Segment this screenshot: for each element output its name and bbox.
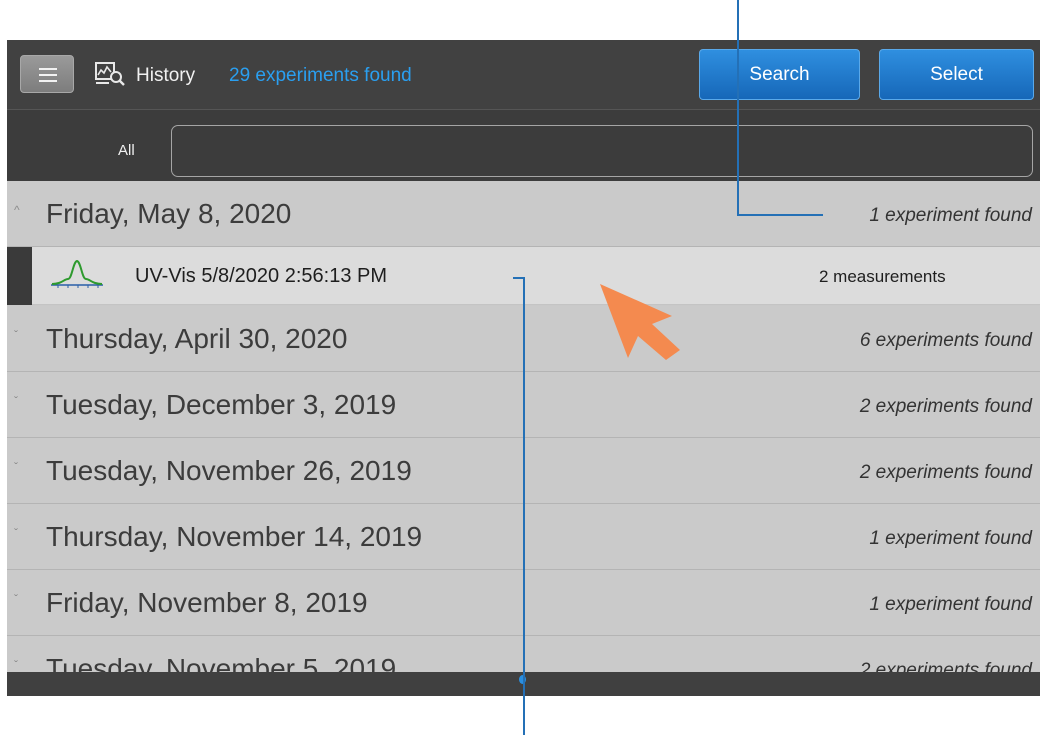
callout-line <box>523 277 525 735</box>
chevron-down-icon: ˇ <box>14 394 18 408</box>
group-date: Thursday, November 14, 2019 <box>46 521 423 552</box>
experiment-count: 29 experiments found <box>229 65 412 86</box>
uv-vis-spectrum-icon <box>51 259 103 288</box>
group-date: Tuesday, December 3, 2019 <box>46 389 397 420</box>
group-date: Friday, November 8, 2019 <box>46 587 368 618</box>
chevron-down-icon: ˇ <box>14 592 18 606</box>
chevron-down-icon: ˇ <box>14 658 18 672</box>
group-count: 2 experiments found <box>859 462 1032 483</box>
group-date: Tuesday, November 26, 2019 <box>46 455 412 486</box>
group-count: 1 experiment found <box>869 528 1032 549</box>
group-date: Friday, May 8, 2020 <box>46 198 292 229</box>
chevron-down-icon: ˇ <box>14 460 18 474</box>
menu-button[interactable] <box>20 55 74 93</box>
page-title: History <box>136 65 196 86</box>
group-count: 2 experiments found <box>859 396 1032 417</box>
group-count: 2 experiments found <box>859 660 1032 672</box>
group-count: 6 experiments found <box>859 330 1032 351</box>
search-filter-input[interactable] <box>171 125 1033 177</box>
group-date: Tuesday, November 5, 2019 <box>46 653 397 672</box>
chevron-down-icon: ˇ <box>14 328 18 342</box>
select-button[interactable]: Select <box>879 49 1034 100</box>
filter-label: All <box>118 142 135 159</box>
measurement-count: 2 measurements <box>819 267 946 286</box>
history-search-icon <box>95 62 125 86</box>
chevron-up-icon: ^ <box>14 203 20 217</box>
group-count: 1 experiment found <box>869 594 1032 615</box>
hamburger-icon <box>39 68 57 70</box>
pointer-arrow-icon <box>600 284 680 360</box>
group-date: Thursday, April 30, 2020 <box>46 323 348 354</box>
chevron-down-icon: ˇ <box>14 526 18 540</box>
experiment-name: UV-Vis 5/8/2020 2:56:13 PM <box>135 265 388 287</box>
date-group-header[interactable]: ^ Friday, May 8, 2020 1 experiment found <box>7 181 1040 247</box>
filter-bar: All <box>7 109 1040 181</box>
group-count: 1 experiment found <box>869 205 1032 226</box>
callout-line <box>737 214 823 216</box>
callout-line <box>737 0 739 216</box>
search-button[interactable]: Search <box>699 49 860 100</box>
row-selection-marker <box>7 247 32 305</box>
top-bar: History 29 experiments found Search Sele… <box>7 40 1040 109</box>
